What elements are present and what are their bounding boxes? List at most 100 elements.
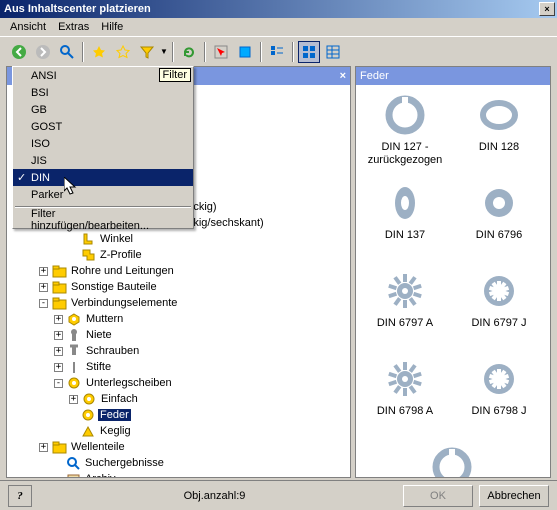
help-button[interactable]: ? — [8, 485, 32, 507]
tree-item[interactable]: Keglig — [9, 423, 348, 439]
expander-icon[interactable]: + — [39, 267, 48, 276]
content-item[interactable]: DIN 128 — [452, 91, 546, 179]
washer-icon — [479, 183, 519, 223]
tree-item[interactable]: Z-Profile — [9, 247, 348, 263]
expander-icon[interactable]: + — [54, 347, 63, 356]
filter-option[interactable]: JIS — [13, 152, 193, 169]
filter-dropdown[interactable]: ANSIFilter BSI GBGOST ISO JIS ✓DIN Parker Filte… — [12, 66, 194, 229]
filter-option[interactable]: GB — [13, 101, 193, 118]
filter-edit-label: Filter hinzufügen/bearbeiten... — [31, 208, 175, 232]
washer-icon — [479, 359, 519, 399]
filter-option-label: ISO — [31, 138, 50, 150]
search-button[interactable] — [56, 41, 78, 63]
expander-icon[interactable]: + — [69, 395, 78, 404]
back-button[interactable] — [8, 41, 30, 63]
menu-view[interactable]: Ansicht — [4, 19, 52, 35]
filter-option-label: BSI — [31, 87, 49, 99]
tree-item[interactable]: +Sonstige Bauteile — [9, 279, 348, 295]
tree-item[interactable]: +Schrauben — [9, 343, 348, 359]
tree-item[interactable]: Feder — [9, 407, 348, 423]
menu-help[interactable]: Hilfe — [95, 19, 129, 35]
panel-close-icon[interactable]: × — [340, 70, 346, 82]
forward-button[interactable] — [32, 41, 54, 63]
filter-option[interactable]: GOST — [13, 118, 193, 135]
expander-icon[interactable]: + — [54, 363, 63, 372]
tree-item[interactable]: Suchergebnisse — [9, 455, 348, 471]
content-item[interactable]: DIN 6797 A — [358, 267, 452, 355]
tree-item[interactable]: Archiv — [9, 471, 348, 477]
washer-icon — [385, 95, 425, 135]
content-item[interactable]: DIN 6797 J — [452, 267, 546, 355]
expander-icon[interactable]: + — [54, 331, 63, 340]
dropdown-arrow-icon[interactable]: ▼ — [160, 47, 168, 56]
cancel-button[interactable]: Abbrechen — [479, 485, 549, 507]
separator — [82, 42, 84, 62]
separator — [292, 42, 294, 62]
tree-item[interactable]: Winkel — [9, 231, 348, 247]
tree-item-label: Einfach — [99, 393, 140, 405]
filter-edit-option[interactable]: Filter hinzufügen/bearbeiten... — [13, 211, 193, 228]
filter-option-label: JIS — [31, 155, 47, 167]
item-label: DIN 6798 J — [467, 405, 530, 418]
tree-item[interactable]: + Einfach — [9, 391, 348, 407]
expander-icon[interactable]: - — [54, 379, 63, 388]
expander-icon[interactable]: + — [39, 283, 48, 292]
washer-icon — [432, 447, 472, 477]
content-grid[interactable]: DIN 127 - zurückgezogenDIN 128 DIN 137 DIN… — [356, 85, 550, 477]
folder-y-icon — [51, 296, 67, 310]
tree-item-label: Winkel — [98, 233, 135, 245]
expander-icon[interactable]: + — [54, 315, 63, 324]
close-button[interactable]: × — [539, 2, 555, 16]
separator — [172, 42, 174, 62]
filter-option[interactable]: ANSIFilter — [13, 67, 193, 84]
content-panel-header: Feder — [356, 67, 550, 85]
nut-icon — [66, 312, 82, 326]
content-item[interactable]: DIN 6796 — [452, 179, 546, 267]
tree-item[interactable]: +Stifte — [9, 359, 348, 375]
toolbar: ▼ — [0, 36, 557, 66]
view-table-button[interactable] — [322, 41, 344, 63]
menu-extras[interactable]: Extras — [52, 19, 95, 35]
content-item[interactable]: DIN 6798 J — [452, 355, 546, 443]
filter-option[interactable]: ISO — [13, 135, 193, 152]
tree-item-label: Feder — [98, 409, 131, 421]
folder-y-icon — [51, 440, 67, 454]
item-label: DIN 137 — [381, 229, 429, 242]
separator — [204, 42, 206, 62]
content-item[interactable]: DIN 6798 A — [358, 355, 452, 443]
item-label: DIN 127 - zurückgezogen — [358, 141, 452, 167]
tree-item[interactable]: +Rohre und Leitungen — [9, 263, 348, 279]
expander-icon[interactable]: + — [39, 443, 48, 452]
expander-icon[interactable]: - — [39, 299, 48, 308]
tree-item[interactable]: +Muttern — [9, 311, 348, 327]
tree-item-label: Niete — [84, 329, 114, 341]
washer-icon — [66, 376, 82, 390]
content-item[interactable]: DIN 127 - zurückgezogen — [358, 91, 452, 179]
family-button[interactable] — [234, 41, 256, 63]
favorite-button[interactable] — [88, 41, 110, 63]
content-panel: Feder DIN 127 - zurückgezogenDIN 128DIN … — [355, 66, 551, 478]
content-item[interactable]: DIN 7980 - zurückgezogen — [358, 443, 546, 477]
z-profile-icon — [80, 248, 96, 262]
tree-item[interactable]: -Unterlegscheiben — [9, 375, 348, 391]
favorites-list-button[interactable] — [112, 41, 134, 63]
view-icons-button[interactable] — [298, 41, 320, 63]
filter-option[interactable]: Parker — [13, 186, 193, 203]
ok-button[interactable]: OK — [403, 485, 473, 507]
filter-option[interactable]: ✓DIN — [13, 169, 193, 186]
separator — [260, 42, 262, 62]
filter-option[interactable]: BSI — [13, 84, 193, 101]
content-item[interactable]: DIN 137 — [358, 179, 452, 267]
window-title: Aus Inhaltscenter platzieren — [2, 3, 539, 15]
tree-item[interactable]: + Niete — [9, 327, 348, 343]
filter-option-label: Parker — [31, 189, 63, 201]
filter-button[interactable] — [136, 41, 158, 63]
refresh-button[interactable] — [178, 41, 200, 63]
tree-item[interactable]: +Wellenteile — [9, 439, 348, 455]
select-button[interactable] — [210, 41, 232, 63]
tree-item[interactable]: - Verbindungselemente — [9, 295, 348, 311]
tree-item-label: Verbindungselemente — [69, 297, 179, 309]
item-label: DIN 6796 — [472, 229, 526, 242]
view-list-button[interactable] — [266, 41, 288, 63]
tree-item-label: Keglig — [98, 425, 133, 437]
